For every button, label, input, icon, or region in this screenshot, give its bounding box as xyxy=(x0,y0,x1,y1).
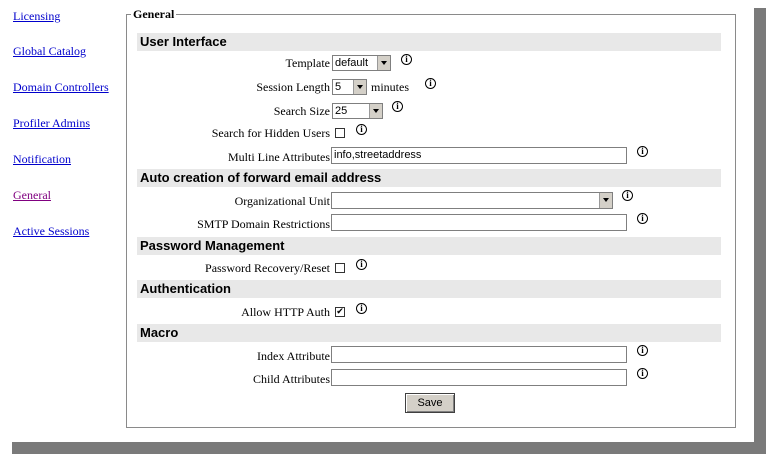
org-unit-label: Organizational Unit xyxy=(234,194,330,208)
hidden-users-label: Search for Hidden Users xyxy=(211,126,330,140)
password-recovery-checkbox[interactable] xyxy=(335,263,345,273)
nav-link-general[interactable]: General xyxy=(13,188,51,203)
search-size-value: 25 xyxy=(335,105,348,117)
child-attr-input[interactable] xyxy=(331,369,627,386)
info-icon[interactable]: i xyxy=(637,213,648,224)
nav-link-active-sessions[interactable]: Active Sessions xyxy=(13,224,89,239)
multi-line-input[interactable]: info,streetaddress xyxy=(331,147,627,164)
section-auto-email: Auto creation of forward email address xyxy=(137,169,721,187)
index-attr-label: Index Attribute xyxy=(257,349,330,363)
info-icon[interactable]: i xyxy=(637,345,648,356)
info-icon[interactable]: i xyxy=(637,146,648,157)
page-shadow-right xyxy=(754,8,766,454)
nav-link-domain-controllers[interactable]: Domain Controllers xyxy=(13,80,109,95)
nav-link-licensing[interactable]: Licensing xyxy=(13,9,60,24)
chevron-down-icon xyxy=(369,104,382,118)
save-button[interactable]: Save xyxy=(405,393,455,413)
hidden-users-checkbox[interactable] xyxy=(335,128,345,138)
fieldset-legend: General xyxy=(131,7,177,22)
search-size-select[interactable]: 25 xyxy=(332,103,383,119)
index-attr-input[interactable] xyxy=(331,346,627,363)
chevron-down-icon xyxy=(599,193,612,208)
info-icon[interactable]: i xyxy=(356,259,367,270)
template-label: Template xyxy=(285,56,330,70)
info-icon[interactable]: i xyxy=(401,54,412,65)
info-icon[interactable]: i xyxy=(392,101,403,112)
chevron-down-icon xyxy=(377,56,390,70)
nav-link-profiler-admins[interactable]: Profiler Admins xyxy=(13,116,90,131)
section-password: Password Management xyxy=(137,237,721,255)
session-length-label: Session Length xyxy=(256,80,330,94)
section-authentication: Authentication xyxy=(137,280,721,298)
multi-line-label: Multi Line Attributes xyxy=(228,150,330,164)
info-icon[interactable]: i xyxy=(356,303,367,314)
template-select-value: default xyxy=(335,57,369,69)
session-length-value: 5 xyxy=(335,81,342,93)
info-icon[interactable]: i xyxy=(356,124,367,135)
template-select[interactable]: default xyxy=(332,55,391,71)
session-length-select[interactable]: 5 xyxy=(332,79,367,95)
nav-link-notification[interactable]: Notification xyxy=(13,152,71,167)
smtp-input[interactable] xyxy=(331,214,627,231)
session-length-unit: minutes xyxy=(371,80,409,94)
nav-link-global-catalog[interactable]: Global Catalog xyxy=(13,44,86,59)
info-icon[interactable]: i xyxy=(425,78,436,89)
section-user-interface: User Interface xyxy=(137,33,721,51)
search-size-label: Search Size xyxy=(273,104,330,118)
page-shadow-bottom xyxy=(12,442,766,454)
password-recovery-label: Password Recovery/Reset xyxy=(205,261,330,275)
chevron-down-icon xyxy=(353,80,366,94)
org-unit-select[interactable] xyxy=(331,192,613,209)
child-attr-label: Child Attributes xyxy=(252,372,330,386)
http-auth-checkbox[interactable]: ✔ xyxy=(335,307,345,317)
info-icon[interactable]: i xyxy=(622,190,633,201)
section-macro: Macro xyxy=(137,324,721,342)
smtp-label: SMTP Domain Restrictions xyxy=(197,217,330,231)
http-auth-label: Allow HTTP Auth xyxy=(241,305,330,319)
info-icon[interactable]: i xyxy=(637,368,648,379)
